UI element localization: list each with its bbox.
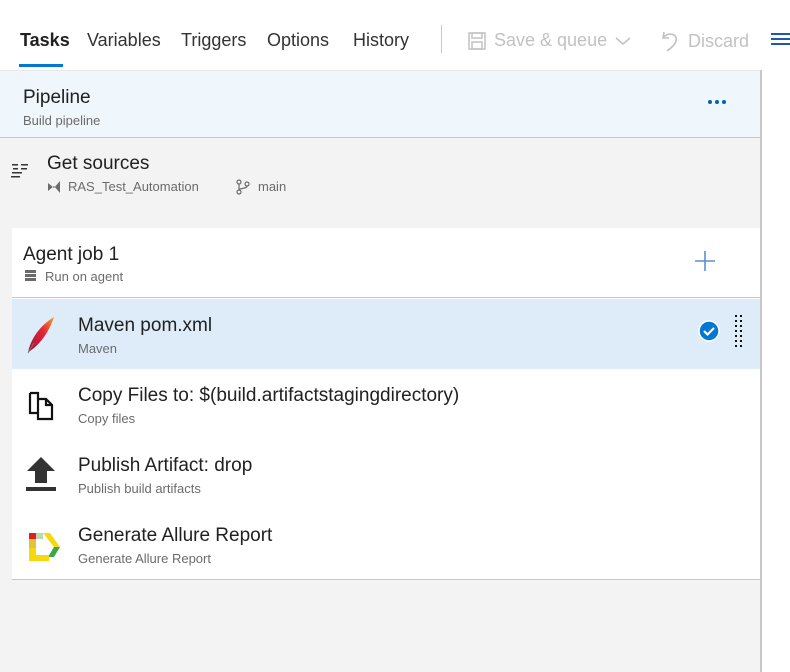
task-subtitle: Maven (78, 341, 118, 356)
task-title: Generate Allure Report (78, 525, 273, 546)
upload-icon (26, 457, 56, 491)
repo-name: RAS_Test_Automation (68, 179, 199, 194)
allure-icon (29, 533, 60, 561)
agent-job: Agent job 1 Run on agent Maven pom.xml M… (12, 228, 760, 580)
top-toolbar: Tasks Variables Triggers Options History… (0, 0, 790, 70)
task-subtitle: Copy files (78, 411, 136, 426)
task-title: Publish Artifact: drop (78, 455, 253, 476)
save-queue-button[interactable]: Save & queue (468, 30, 631, 51)
tab-history[interactable]: History (353, 30, 409, 51)
agent-job-title: Agent job 1 (23, 244, 120, 265)
discard-button[interactable]: Discard (660, 30, 749, 52)
pipeline-panel: Pipeline Build pipeline Get sources RAS_… (0, 70, 762, 672)
undo-icon (662, 31, 678, 52)
tab-tasks[interactable]: Tasks (20, 30, 70, 51)
tab-triggers[interactable]: Triggers (181, 30, 246, 51)
maven-feather-icon (27, 317, 54, 354)
server-icon (25, 270, 36, 281)
get-sources[interactable]: Get sources RAS_Test_Automation main (0, 150, 760, 210)
drag-handle-icon[interactable] (734, 314, 744, 352)
get-sources-title: Get sources (47, 153, 150, 174)
task-row[interactable]: Maven pom.xml Maven (12, 299, 760, 369)
get-sources-icon (11, 164, 28, 178)
chevron-down-icon (615, 36, 631, 45)
add-task-icon[interactable] (694, 250, 716, 272)
list-icon[interactable] (771, 32, 790, 48)
task-title: Copy Files to: $(build.artifactstagingdi… (78, 385, 460, 406)
task-row[interactable]: Copy Files to: $(build.artifactstagingdi… (12, 369, 760, 439)
enabled-check-icon (698, 320, 720, 342)
tab-variables[interactable]: Variables (87, 30, 161, 51)
agent-job-header[interactable]: Agent job 1 Run on agent (12, 228, 760, 298)
save-icon (468, 31, 486, 50)
save-queue-label: Save & queue (494, 30, 608, 50)
copy-files-icon (28, 391, 54, 421)
branch-icon (236, 179, 250, 195)
task-title: Maven pom.xml (78, 315, 213, 336)
toolbar-divider (441, 25, 442, 53)
pipeline-header[interactable]: Pipeline Build pipeline (0, 70, 760, 138)
vs-repo-icon (48, 181, 60, 193)
discard-label: Discard (688, 30, 750, 51)
tab-options[interactable]: Options (267, 30, 329, 51)
pipeline-subtitle: Build pipeline (23, 113, 101, 128)
more-options-icon[interactable] (708, 100, 726, 104)
pipeline-title: Pipeline (23, 87, 91, 108)
task-row[interactable]: Publish Artifact: drop Publish build art… (12, 439, 760, 509)
branch-name: main (258, 179, 287, 194)
active-tab-indicator (19, 64, 63, 67)
task-row[interactable]: Generate Allure Report Generate Allure R… (12, 509, 760, 579)
task-subtitle: Generate Allure Report (78, 551, 211, 566)
agent-job-subtitle: Run on agent (45, 269, 124, 284)
task-subtitle: Publish build artifacts (78, 481, 201, 496)
